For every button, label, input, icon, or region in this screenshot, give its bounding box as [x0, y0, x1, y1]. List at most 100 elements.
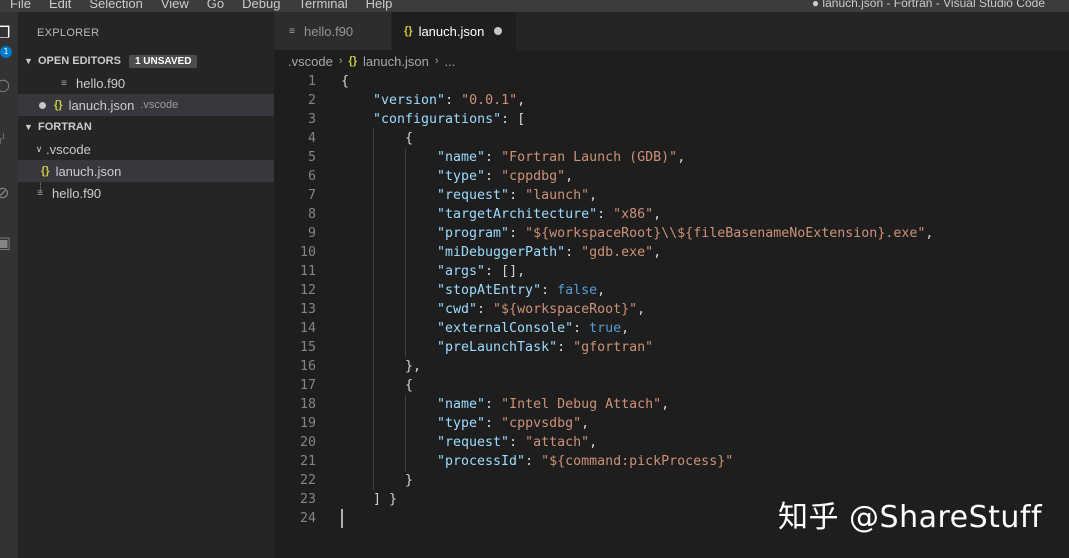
code-line[interactable]: 6 "type": "cppdbg", — [274, 167, 1069, 186]
extensions-icon[interactable]: ▣ — [0, 234, 14, 252]
indent-guide — [405, 452, 406, 471]
line-source: { — [405, 129, 413, 148]
menu-edit[interactable]: Edit — [49, 0, 71, 12]
json-string: "gdb.exe" — [581, 245, 654, 260]
punctuation: : — [597, 207, 614, 222]
code-line[interactable]: 17 { — [274, 376, 1069, 395]
tab-lanuch-json[interactable]: {} lanuch.json — [392, 12, 516, 50]
indent-guide — [373, 395, 374, 414]
open-editors-header[interactable]: ▼ OPEN EDITORS 1 UNSAVED — [18, 50, 274, 72]
json-key: "miDebuggerPath" — [437, 245, 566, 260]
json-key: "version" — [373, 93, 446, 108]
line-number: 4 — [307, 131, 316, 146]
indent-guide — [405, 338, 406, 357]
open-editor-label: hello.f90 — [76, 75, 126, 91]
watermark: 知乎 @ShareStuff — [778, 500, 1043, 535]
code-line[interactable]: 20 "request": "attach", — [274, 433, 1069, 452]
code-editor[interactable]: 1{2 "version": "0.0.1", 3 "configurations":… — [274, 72, 1069, 558]
line-number: 19 — [299, 416, 316, 431]
debug-icon[interactable]: ⊘ — [0, 184, 14, 202]
code-line[interactable]: 22} — [274, 471, 1069, 490]
line-source: "type": "cppdbg", — [437, 167, 573, 186]
punctuation: : — [477, 302, 494, 317]
indent-guide — [405, 281, 406, 300]
menu-file[interactable]: File — [10, 0, 31, 12]
indent-guide — [373, 319, 374, 338]
line-source: "configurations": [ — [373, 110, 525, 129]
menu-view[interactable]: View — [161, 0, 189, 12]
code-line[interactable]: 15 "preLaunchTask": "gfortran" — [274, 338, 1069, 357]
code-line[interactable]: 16}, — [274, 357, 1069, 376]
code-line[interactable]: 10 "miDebuggerPath": "gdb.exe", — [274, 243, 1069, 262]
line-number: 21 — [299, 454, 316, 469]
punctuation: , — [661, 397, 670, 412]
json-string: "attach" — [525, 435, 590, 450]
tree-item-label: lanuch.json — [55, 163, 122, 179]
punctuation: , — [589, 435, 598, 450]
code-line[interactable]: 9 "program": "${workspaceRoot}\\${fileBas… — [274, 224, 1069, 243]
json-key: "type" — [437, 169, 486, 184]
unsaved-dot-icon[interactable] — [494, 27, 503, 35]
line-source: "processId": "${command:pickProcess}" — [437, 452, 733, 471]
indent-guide — [405, 167, 406, 186]
explorer-icon[interactable]: ❐ — [0, 24, 14, 42]
json-key: "stopAtEntry" — [437, 283, 542, 298]
json-key: "targetArchitecture" — [437, 207, 598, 222]
code-line[interactable]: 2 "version": "0.0.1", — [274, 91, 1069, 110]
code-line[interactable]: 7 "request": "launch", — [274, 186, 1069, 205]
menu-debug[interactable]: Debug — [242, 0, 280, 12]
json-key: "externalConsole" — [437, 321, 574, 336]
search-icon[interactable]: ○ — [0, 76, 14, 94]
punctuation: : — [445, 93, 462, 108]
code-line[interactable]: 11 "args": [], — [274, 262, 1069, 281]
breadcrumb-file[interactable]: lanuch.json — [363, 54, 429, 69]
line-source: "request": "launch", — [437, 186, 597, 205]
json-string: "Fortran Launch (GDB)" — [501, 150, 678, 165]
indent-guide — [373, 148, 374, 167]
chevron-down-icon: ▼ — [24, 122, 33, 132]
tree-item[interactable]: {} lanuch.json — [18, 160, 274, 182]
open-editor-item[interactable]: ≡ hello.f90 — [18, 72, 274, 94]
unsaved-dot-icon[interactable] — [39, 101, 46, 109]
indent-guide — [373, 224, 374, 243]
code-line[interactable]: 8 "targetArchitecture": "x86", — [274, 205, 1069, 224]
folder-header[interactable]: ▼ FORTRAN — [18, 116, 274, 138]
code-line[interactable]: 13 "cwd": "${workspaceRoot}", — [274, 300, 1069, 319]
json-string: "Intel Debug Attach" — [501, 397, 662, 412]
menu-selection[interactable]: Selection — [89, 0, 142, 12]
tree-item[interactable]: ≡ hello.f90 — [18, 182, 274, 204]
menu-help[interactable]: Help — [366, 0, 393, 12]
line-number: 18 — [299, 397, 316, 412]
punctuation: , — [517, 93, 526, 108]
punctuation: : — [565, 245, 582, 260]
code-line[interactable]: 5 "name": "Fortran Launch (GDB)", — [274, 148, 1069, 167]
code-line[interactable]: 1{ — [274, 72, 1069, 91]
code-line[interactable]: 18 "name": "Intel Debug Attach", — [274, 395, 1069, 414]
editor-tabs: ≡ hello.f90 {} lanuch.json — [274, 12, 1069, 50]
open-editor-label: lanuch.json — [68, 97, 135, 113]
punctuation: : [], — [485, 264, 526, 279]
tab-hello-f90[interactable]: ≡ hello.f90 — [274, 12, 392, 50]
breadcrumb-folder[interactable]: .vscode — [288, 54, 333, 69]
code-line[interactable]: 3 "configurations": [ — [274, 110, 1069, 129]
punctuation: , — [637, 302, 646, 317]
tab-label: hello.f90 — [304, 23, 354, 39]
breadcrumb-more[interactable]: ... — [445, 54, 456, 69]
code-line[interactable]: 4{ — [274, 129, 1069, 148]
tree-folder-label: .vscode — [46, 141, 91, 157]
menu-terminal[interactable]: Terminal — [298, 0, 347, 12]
punctuation: : — [485, 169, 502, 184]
line-number: 5 — [307, 150, 316, 165]
source-control-icon[interactable]: ⑂ — [0, 130, 14, 148]
punctuation: : — [509, 435, 526, 450]
code-line[interactable]: 14 "externalConsole": true, — [274, 319, 1069, 338]
menu-go[interactable]: Go — [207, 0, 224, 12]
code-line[interactable]: 21 "processId": "${command:pickProcess}" — [274, 452, 1069, 471]
punctuation: { — [405, 131, 414, 146]
unsaved-badge: 1 UNSAVED — [128, 54, 198, 68]
code-line[interactable]: 19 "type": "cppvsdbg", — [274, 414, 1069, 433]
punctuation: ] } — [373, 492, 398, 507]
open-editor-item[interactable]: {} lanuch.json .vscode — [18, 94, 274, 116]
tree-folder-vscode[interactable]: ∨ .vscode — [18, 138, 274, 160]
code-line[interactable]: 12 "stopAtEntry": false, — [274, 281, 1069, 300]
